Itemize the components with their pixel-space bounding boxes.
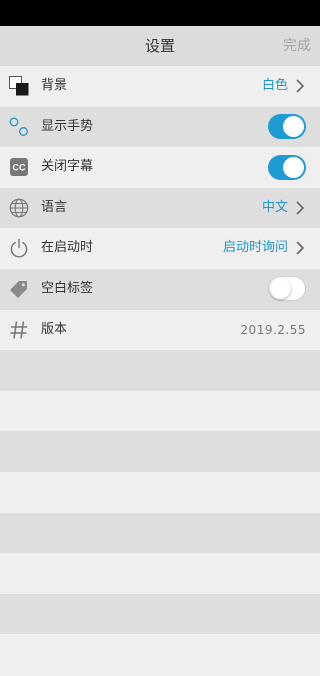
svg-text:CC: CC [13, 163, 26, 173]
settings-list: 背景 白色 显示手势 CC 关闭字幕 语言 中文 在启动时 启动时询问 空白标签… [0, 66, 320, 351]
hash-icon [10, 320, 27, 339]
nav-header: 设置 完成 [0, 26, 320, 66]
setting-label: 空白标签 [41, 280, 94, 296]
setting-row-captions: CC 关闭字幕 [0, 147, 320, 188]
empty-row [0, 472, 320, 513]
power-icon [10, 239, 28, 258]
toggle-knob [270, 278, 291, 300]
empty-row [0, 390, 320, 432]
version-value: 2019.2.55 [240, 322, 306, 337]
setting-row-gestures: 显示手势 [0, 106, 320, 148]
tag-icon [10, 280, 27, 298]
setting-value: 中文 [261, 199, 288, 215]
toggle-knob [283, 116, 304, 138]
chevron-right-icon [296, 79, 305, 93]
setting-value: 白色 [261, 78, 288, 93]
background-icon [9, 76, 29, 96]
empty-row [0, 431, 320, 472]
globe-icon [9, 198, 29, 218]
status-bar [0, 0, 320, 26]
page-title: 设置 [144, 37, 175, 55]
setting-label: 显示手势 [41, 118, 94, 134]
setting-row-background[interactable]: 背景 白色 [0, 66, 320, 107]
empty-row [0, 634, 320, 675]
cc-icon: CC [10, 158, 28, 177]
toggle-knob [283, 156, 304, 178]
setting-row-blank-tab: 空白标签 [0, 268, 320, 310]
setting-label: 背景 [41, 78, 68, 93]
setting-label: 语言 [41, 199, 68, 215]
blank-tab-toggle[interactable] [268, 276, 306, 302]
captions-toggle[interactable] [268, 154, 306, 180]
setting-label: 在启动时 [41, 240, 94, 256]
empty-row [0, 593, 320, 635]
chevron-right-icon [296, 201, 305, 215]
setting-value: 启动时询问 [222, 240, 288, 256]
setting-row-version: 版本 2019.2.55 [0, 309, 320, 351]
done-button[interactable]: 完成 [283, 26, 311, 66]
setting-row-language[interactable]: 语言 中文 [0, 187, 320, 229]
setting-row-startup[interactable]: 在启动时 启动时询问 [0, 228, 320, 269]
gestures-toggle[interactable] [268, 114, 306, 140]
setting-label: 关闭字幕 [41, 159, 94, 175]
setting-label: 版本 [41, 321, 68, 337]
empty-row [0, 553, 320, 594]
empty-row [0, 512, 320, 554]
empty-row [0, 350, 320, 391]
gesture-icon [9, 117, 28, 136]
chevron-right-icon [296, 241, 305, 255]
